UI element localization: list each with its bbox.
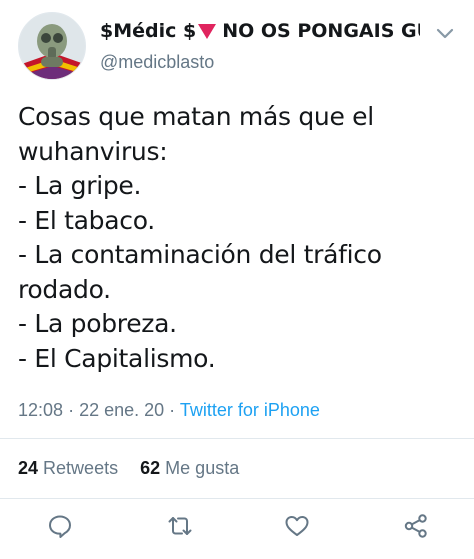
- likes-stat[interactable]: 62 Me gusta: [140, 458, 239, 478]
- retweet-icon[interactable]: [164, 510, 196, 542]
- author-names[interactable]: $Médic $ NO OS PONGAIS GUA... @medicblas…: [100, 18, 420, 74]
- tweet-actions: [0, 510, 474, 550]
- meta-separator: ·: [169, 400, 176, 420]
- tweet-date: 22 ene. 20: [79, 400, 165, 420]
- red-triangle-icon: [198, 23, 217, 39]
- tweet-stats: 24 Retweets 62 Me gusta: [18, 456, 239, 480]
- retweets-stat[interactable]: 24 Retweets: [18, 458, 123, 478]
- divider: [0, 438, 474, 439]
- avatar[interactable]: [18, 12, 86, 80]
- meta-separator: ·: [68, 400, 75, 420]
- username: @medicblasto: [100, 52, 215, 72]
- avatar-image: [19, 13, 85, 79]
- likes-label: Me gusta: [165, 458, 240, 478]
- tweet-time: 12:08: [18, 400, 64, 420]
- heart-icon[interactable]: [281, 510, 313, 542]
- divider: [0, 498, 474, 499]
- reply-icon[interactable]: [44, 510, 76, 542]
- chevron-down-icon[interactable]: [434, 22, 456, 44]
- display-name-suffix: NO OS PONGAIS GUA...: [222, 20, 420, 42]
- retweets-label: Retweets: [43, 458, 119, 478]
- likes-count: 62: [140, 458, 161, 478]
- tweet-meta: 12:08 · 22 ene. 20 · Twitter for iPhone: [18, 398, 320, 422]
- tweet-header: $Médic $ NO OS PONGAIS GUA... @medicblas…: [0, 0, 474, 92]
- display-name: $Médic $ NO OS PONGAIS GUA...: [100, 18, 420, 44]
- display-name-text: $Médic $: [100, 20, 197, 42]
- share-icon[interactable]: [400, 510, 432, 542]
- retweets-count: 24: [18, 458, 39, 478]
- tweet-text: Cosas que matan más que el wuhanvirus: -…: [18, 102, 382, 373]
- tweet-source-link[interactable]: Twitter for iPhone: [180, 400, 320, 420]
